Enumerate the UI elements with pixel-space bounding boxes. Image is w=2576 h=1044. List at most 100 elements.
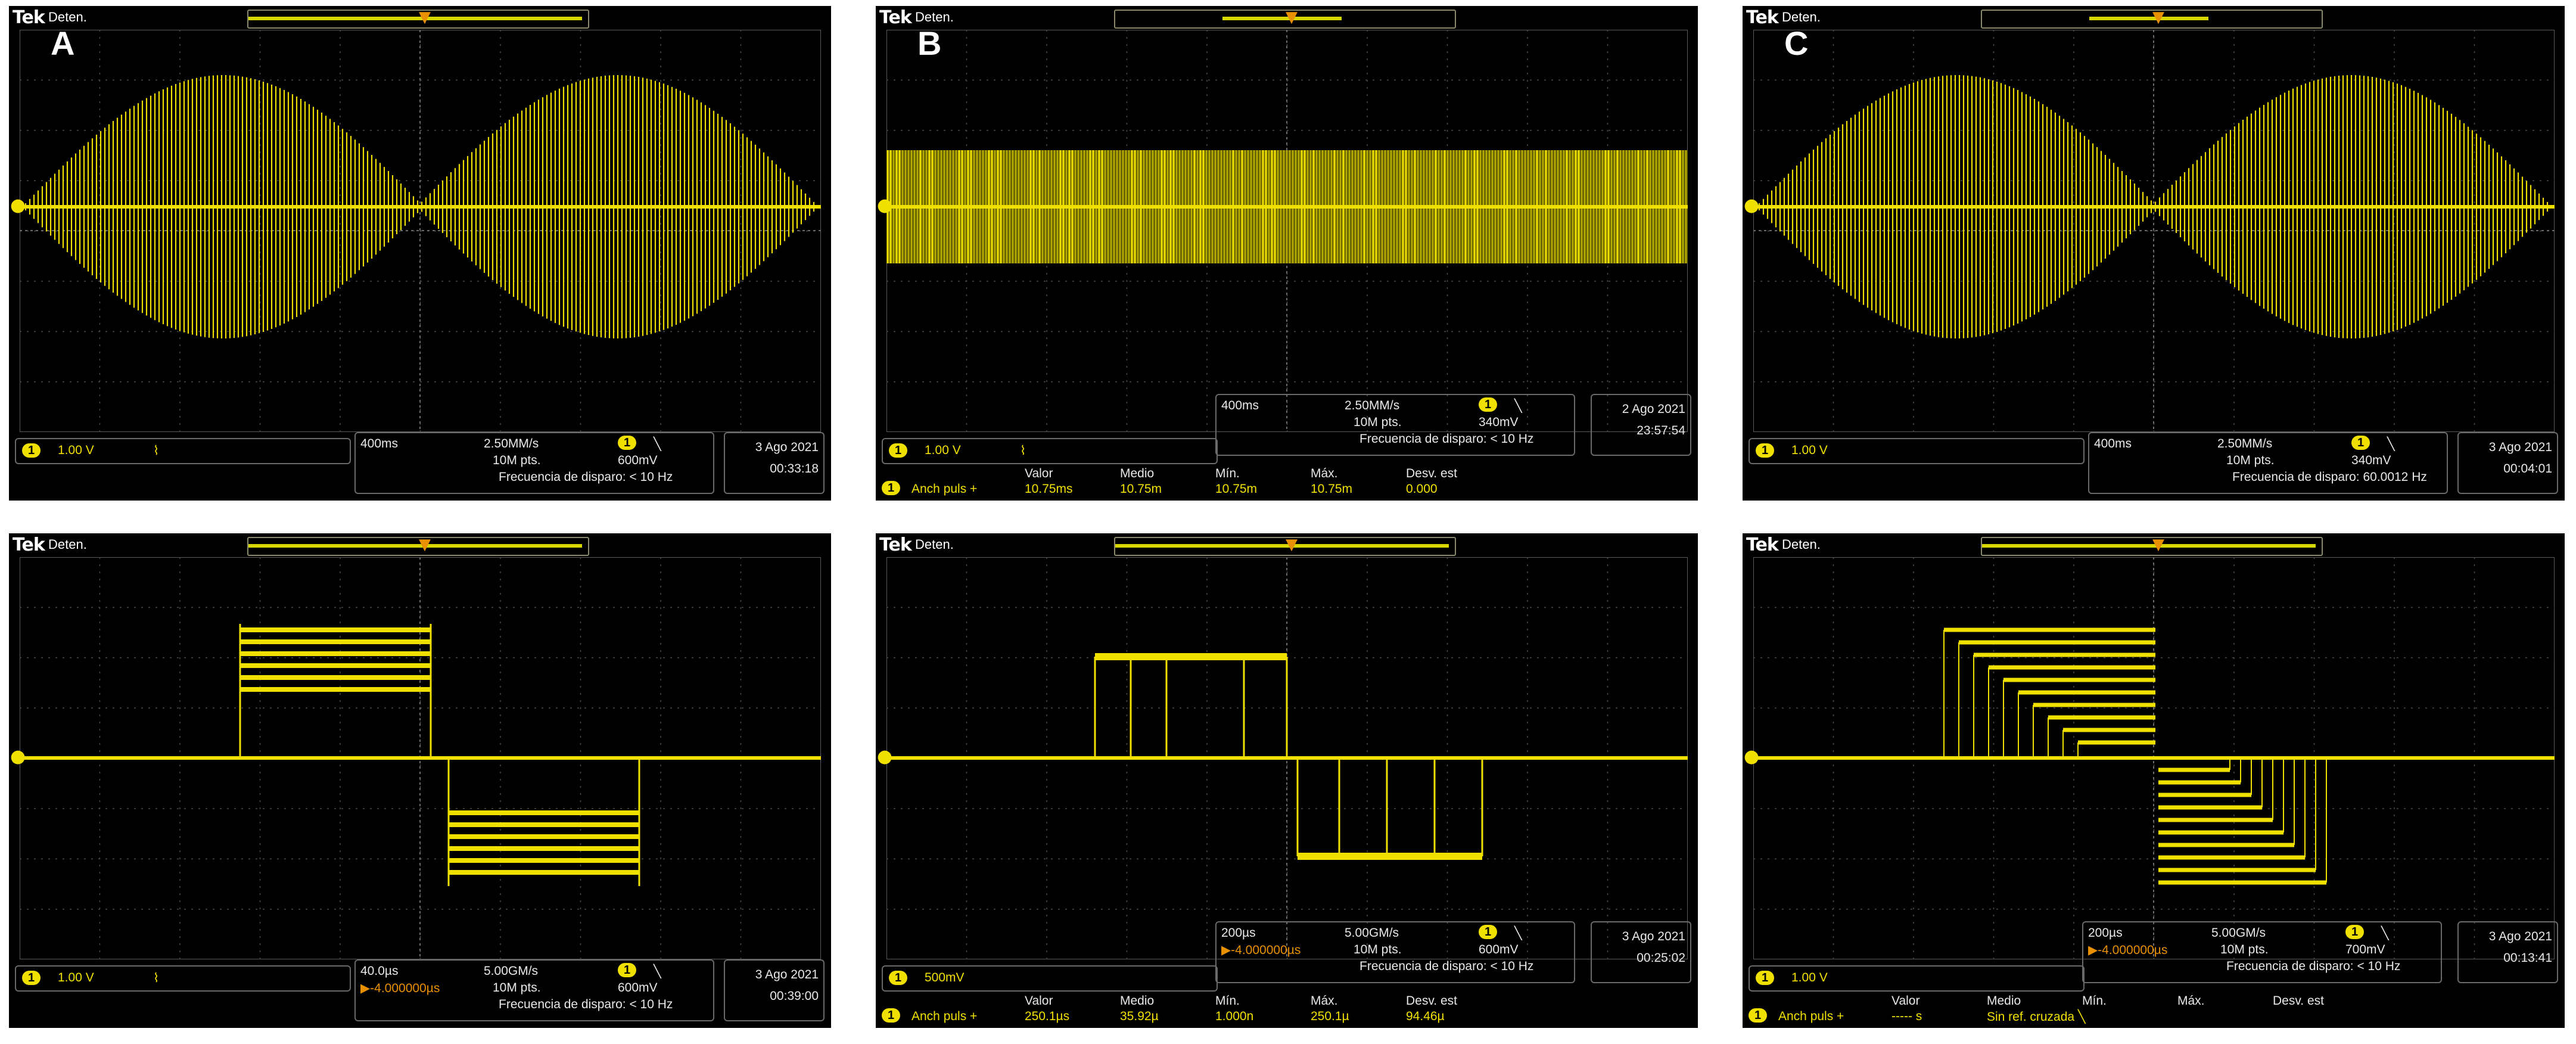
measure-header: Máx. [1311,994,1338,1008]
trigger-frequency: Frecuencia de disparo: < 10 Hz [1359,959,1534,973]
record-window [1115,544,1449,548]
trigger-position-icon: ▼ [419,8,431,26]
date: 3 Ago 2021 [2488,930,2552,943]
trigger-frequency: Frecuencia de disparo: 60.0012 Hz [2232,470,2427,484]
measure-name: Anch puls + [911,1009,978,1023]
top-bar: Tek Deten. ▼ [1743,6,2565,30]
trigger-slope-icon: ╲ [1514,927,1522,940]
date-time-readout: 3 Ago 2021 00:33:18 [724,432,825,494]
clock: 00:25:02 [1637,951,1685,965]
measure-header: Valor [1025,467,1053,480]
ch1-ground-marker: ● [10,746,26,767]
tek-logo: Tek [13,535,45,555]
panel-label: A [51,24,75,62]
measure-header: Valor [1891,994,1920,1008]
measure-value: 0.000 [1406,482,1438,496]
scope-panel-e: Tek Deten. ▼ ● 1 500mV 200µs ▶-4.000000µs 5.00GM… [876,533,1698,1028]
channel-1-badge: 1 [22,443,41,458]
scope-panel-b: Tek Deten. ▼ B ● 1 1.00 V ⌇ 400ms 2.50MM/s 10M pts… [876,6,1698,501]
run-state: Deten. [1782,10,1821,24]
measure-header: Desv. est [2273,994,2324,1008]
clock: 00:33:18 [770,462,819,476]
record-length: 10M pts. [2226,453,2275,467]
run-state: Deten. [915,10,954,24]
status-bar: 1 1.00 V 200µs ▶-4.000000µs 5.00GM/s 10M pts.… [1743,921,2565,1028]
vertical-scale: 1.00 V [1791,443,1828,457]
measure-header: Valor [1025,994,1053,1008]
top-bar: Tek Deten. ▼ [9,533,831,557]
run-state: Deten. [48,10,87,24]
channel-readout[interactable]: 1 1.00 V [1749,965,2085,992]
trigger-level: 340mV [1479,415,1519,429]
measurement-table[interactable]: Valor Medio Mín. Máx. Desv. est 1 Anch puls + -… [1749,994,2556,1025]
record-window [248,544,582,548]
tek-logo: Tek [13,7,45,28]
channel-readout[interactable]: 1 1.00 V ⌇ [882,438,1218,464]
trigger-frequency: Frecuencia de disparo: < 10 Hz [2226,959,2401,973]
signal-trace [886,150,1688,263]
trigger-position-icon: ▼ [2152,536,2164,554]
clock: 00:39:00 [770,989,819,1003]
record-window [2089,17,2208,20]
channel-1-badge: 1 [889,443,908,458]
horizontal-readout[interactable]: 400ms 2.50MM/s 10M pts. 1 ╲ 600mV Frecuencia d… [354,432,714,494]
channel-readout[interactable]: 1 1.00 V ⌇ [15,965,351,992]
measure-value: 10.75ms [1025,482,1073,496]
coupling-icon: ⌇ [153,444,160,458]
status-bar: 1 1.00 V ⌇ 400ms 2.50MM/s 10M pts. 1 ╲ 600mV Frec… [9,432,831,501]
horizontal-readout[interactable]: 200µs ▶-4.000000µs 5.00GM/s 10M pts. 1 ╲ 700mV… [2082,921,2442,983]
horizontal-readout[interactable]: 40.0µs ▶-4.000000µs 5.00GM/s 10M pts. 1 ╲ 600m… [354,959,714,1021]
status-bar: 1 500mV 200µs ▶-4.000000µs 5.00GM/s 10M pts. 1… [876,921,1698,1028]
waveform-display [1753,30,2555,432]
trigger-channel-badge: 1 [1479,397,1498,412]
ch1-ground-marker: ● [877,746,893,767]
measure-value: Sin ref. cruzada ╲ [1987,1010,2086,1024]
status-bar: 1 1.00 V 400ms 2.50MM/s 10M pts. 1 ╲ 340mV Frecu… [1743,432,2565,501]
vertical-scale: 1.00 V [1791,971,1828,984]
channel-readout[interactable]: 1 1.00 V [1749,438,2085,464]
sample-rate: 2.50MM/s [484,437,539,450]
clock: 00:13:41 [2503,951,2552,965]
trigger-position-icon: ▼ [2152,8,2164,26]
status-bar: 1 1.00 V ⌇ 400ms 2.50MM/s 10M pts. 1 ╲ 340mV Frec… [876,394,1698,501]
vertical-scale: 1.00 V [58,443,94,457]
ch1-ground-marker: ● [1744,195,1760,216]
trigger-level: 700mV [2345,943,2385,956]
channel-readout[interactable]: 1 500mV [882,965,1218,992]
record-bar [1114,10,1456,29]
ch1-ground-marker: ● [877,195,893,216]
top-bar: Tek Deten. ▼ [876,533,1698,557]
tek-logo: Tek [1746,535,1779,555]
time-per-div: 400ms [1221,399,1259,412]
coupling-icon: ⌇ [1020,444,1026,458]
measurement-table[interactable]: Valor Medio Mín. Máx. Desv. est 1 Anch puls + 2… [882,994,1689,1025]
channel-readout[interactable]: 1 1.00 V ⌇ [15,438,351,464]
measure-value: 10.75m [1311,482,1353,496]
run-state: Deten. [915,537,954,552]
measure-value: 94.46µ [1406,1009,1445,1023]
sample-rate: 5.00GM/s [1345,926,1399,940]
trigger-channel-badge: 1 [1479,925,1498,939]
record-bar [1114,537,1456,556]
measure-name: Anch puls + [1778,1009,1844,1023]
horizontal-readout[interactable]: 400ms 2.50MM/s 10M pts. 1 ╲ 340mV Frecuencia d… [2088,432,2448,494]
horizontal-readout[interactable]: 200µs ▶-4.000000µs 5.00GM/s 10M pts. 1 ╲ 600mV… [1215,921,1575,983]
record-window [248,17,582,20]
measurement-table[interactable]: Valor Medio Mín. Máx. Desv. est 1 Anch puls + 1… [882,467,1689,498]
panel-label: C [1784,24,1809,62]
record-bar [247,537,589,556]
clock: 23:57:54 [1637,424,1685,437]
date: 2 Ago 2021 [1622,402,1685,416]
measure-value: 10.75m [1120,482,1162,496]
trigger-slope-icon: ╲ [654,437,661,451]
waveform-display [886,30,1688,432]
trigger-level: 600mV [618,453,658,467]
measure-header: Máx. [1311,467,1338,480]
trigger-frequency: Frecuencia de disparo: < 10 Hz [499,470,673,484]
measure-channel-badge: 1 [1749,1008,1768,1023]
sample-rate: 2.50MM/s [1345,399,1400,412]
sample-rate: 5.00GM/s [484,964,539,978]
measure-value: 250.1µ [1311,1009,1349,1023]
horizontal-readout[interactable]: 400ms 2.50MM/s 10M pts. 1 ╲ 340mV Frecuencia d… [1215,394,1575,456]
trigger-slope-icon: ╲ [2387,437,2395,451]
